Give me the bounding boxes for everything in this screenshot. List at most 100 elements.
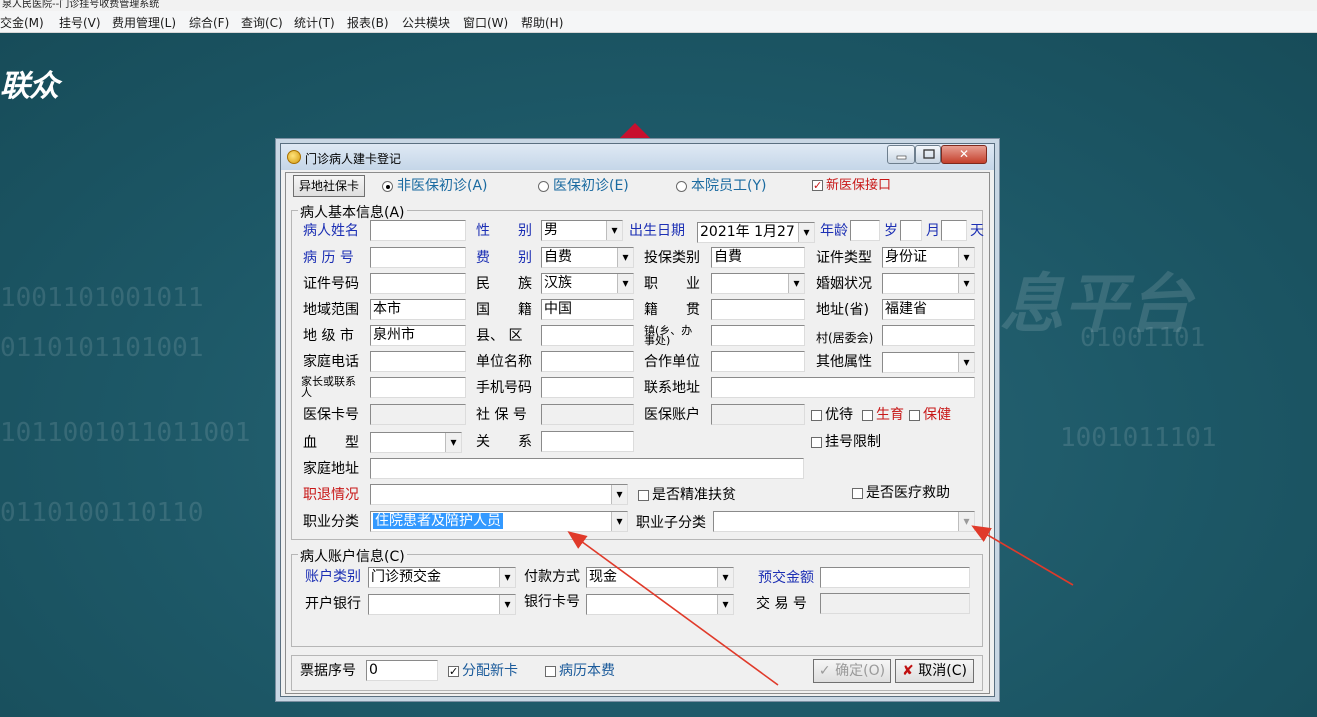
sex-select[interactable]: 男 [541, 220, 623, 241]
contact-address-label: 联系地址 [644, 380, 700, 396]
mobile-input[interactable] [541, 377, 634, 398]
home-phone-input[interactable] [370, 351, 466, 372]
healthcare-checkbox[interactable]: 保健 [909, 407, 951, 423]
maternity-label: 生育 [876, 407, 904, 423]
social-number-input[interactable] [541, 404, 634, 425]
marriage-select[interactable] [882, 273, 975, 294]
birth-date-picker[interactable]: 2021年 1月27 [697, 222, 815, 243]
name-input[interactable] [370, 220, 466, 241]
bank-card-select[interactable] [586, 594, 734, 615]
prepay-label: 预交金额 [758, 570, 814, 586]
brand-logo: 联众 [0, 69, 59, 104]
id-number-label: 证件号码 [303, 276, 359, 292]
menu-item[interactable]: 综合(F) [189, 14, 229, 31]
maternity-checkbox[interactable]: 生育 [862, 407, 904, 423]
poverty-checkbox[interactable]: 是否精准扶贫 [638, 487, 736, 503]
maximize-button[interactable] [915, 145, 941, 164]
account-type-select[interactable]: 门诊预交金 [368, 567, 516, 588]
minimize-button[interactable] [887, 145, 915, 164]
cross-icon: ✘ [902, 663, 914, 679]
healthcare-label: 保健 [923, 407, 951, 423]
medical-aid-label: 是否医疗救助 [866, 485, 950, 501]
home-address-input[interactable] [370, 458, 804, 479]
insurance-card-input[interactable] [370, 404, 466, 425]
menu-item[interactable]: 费用管理(L) [112, 14, 176, 31]
mobile-label: 手机号码 [476, 380, 532, 396]
offsite-insurance-card-button[interactable]: 异地社保卡 [293, 175, 365, 197]
medical-aid-checkbox[interactable]: 是否医疗救助 [852, 485, 950, 501]
province-input[interactable]: 福建省 [882, 299, 975, 320]
occupation-select[interactable]: 住院患者及陪护人员 [370, 511, 628, 532]
menu-item[interactable]: 查询(C) [241, 14, 283, 31]
job-select[interactable] [711, 273, 805, 294]
receipt-number-label: 票据序号 [300, 663, 356, 679]
record-label: 病 历 号 [303, 250, 354, 266]
menu-item[interactable]: 交金(M) [0, 14, 44, 31]
insurance-account-input[interactable] [711, 404, 805, 425]
ethnic-select[interactable]: 汉族 [541, 273, 634, 294]
record-book-fee-checkbox[interactable]: 病历本费 [545, 663, 615, 679]
village-label: 村(居委会) [816, 331, 874, 345]
new-insurance-interface-checkbox[interactable]: ✓ 新医保接口 [812, 178, 891, 194]
radio-staff[interactable]: 本院员工(Y) [676, 178, 766, 194]
account-type-label: 账户类别 [305, 569, 361, 585]
partner-input[interactable] [711, 351, 805, 372]
contact-address-input[interactable] [711, 377, 975, 398]
preferential-checkbox[interactable]: 优待 [811, 407, 853, 423]
age-month-input[interactable] [900, 220, 922, 241]
village-input[interactable] [882, 325, 975, 346]
relation-input[interactable] [541, 431, 634, 452]
record-number-input[interactable] [370, 247, 466, 268]
age-year-input[interactable] [850, 220, 880, 241]
other-attribute-select[interactable] [882, 352, 975, 373]
radio-staff-label: 本院员工(Y) [691, 178, 767, 194]
blood-type-select[interactable] [370, 432, 462, 453]
fee-select[interactable]: 自费 [541, 247, 634, 268]
dialog-titlebar[interactable]: 门诊病人建卡登记 ✕ [281, 144, 994, 170]
menu-item[interactable]: 公共模块 [402, 14, 450, 31]
prepay-input[interactable] [820, 567, 970, 588]
close-button[interactable]: ✕ [941, 145, 987, 164]
native-place-input[interactable] [711, 299, 805, 320]
nationality-label: 国 籍 [476, 302, 532, 318]
id-type-select[interactable]: 身份证 [882, 247, 975, 268]
region-label: 地域范围 [303, 302, 359, 318]
menu-bar: 交金(M) 挂号(V) 费用管理(L) 综合(F) 查询(C) 统计(T) 报表… [0, 11, 1317, 33]
binary-decoration: 0110100110110 [0, 498, 204, 528]
retirement-select[interactable] [370, 484, 628, 505]
menu-item[interactable]: 挂号(V) [59, 14, 101, 31]
checkbox-icon [545, 665, 556, 677]
region-input[interactable]: 本市 [370, 299, 466, 320]
county-input[interactable] [541, 325, 634, 346]
city-input[interactable]: 泉州市 [370, 325, 466, 346]
cancel-button[interactable]: ✘ 取消(C) [895, 659, 974, 683]
menu-item[interactable]: 窗口(W) [463, 14, 508, 31]
transaction-input[interactable] [820, 593, 970, 614]
town-input[interactable] [711, 325, 805, 346]
transaction-label: 交 易 号 [756, 596, 807, 612]
employer-input[interactable] [541, 351, 634, 372]
insurance-type-input[interactable]: 自費 [711, 247, 805, 268]
menu-item[interactable]: 报表(B) [347, 14, 389, 31]
assign-new-card-checkbox[interactable]: ✓ 分配新卡 [448, 663, 518, 679]
bank-select[interactable] [368, 594, 516, 615]
id-number-input[interactable] [370, 273, 466, 294]
age-day-input[interactable] [941, 220, 967, 241]
menu-item[interactable]: 统计(T) [294, 14, 335, 31]
radio-insured[interactable]: 医保初诊(E) [538, 178, 629, 194]
guardian-input[interactable] [370, 377, 466, 398]
checkmark-icon: ✓ [448, 664, 459, 678]
receipt-number-input[interactable]: 0 [366, 660, 438, 681]
maximize-icon [923, 149, 935, 159]
payment-method-select[interactable]: 现金 [586, 567, 734, 588]
radio-insured-label: 医保初诊(E) [553, 178, 629, 194]
registration-limit-checkbox[interactable]: 挂号限制 [811, 434, 881, 450]
sex-label: 性 别 [476, 223, 532, 239]
confirm-button[interactable]: ✓ 确定(O) [813, 659, 891, 683]
nationality-input[interactable]: 中国 [541, 299, 634, 320]
radio-non-insured[interactable]: 非医保初诊(A) [382, 178, 488, 194]
age-label: 年龄 [820, 223, 848, 239]
menu-item[interactable]: 帮助(H) [521, 14, 563, 31]
sub-occupation-select[interactable] [713, 511, 975, 532]
marriage-label: 婚姻状况 [816, 276, 872, 292]
